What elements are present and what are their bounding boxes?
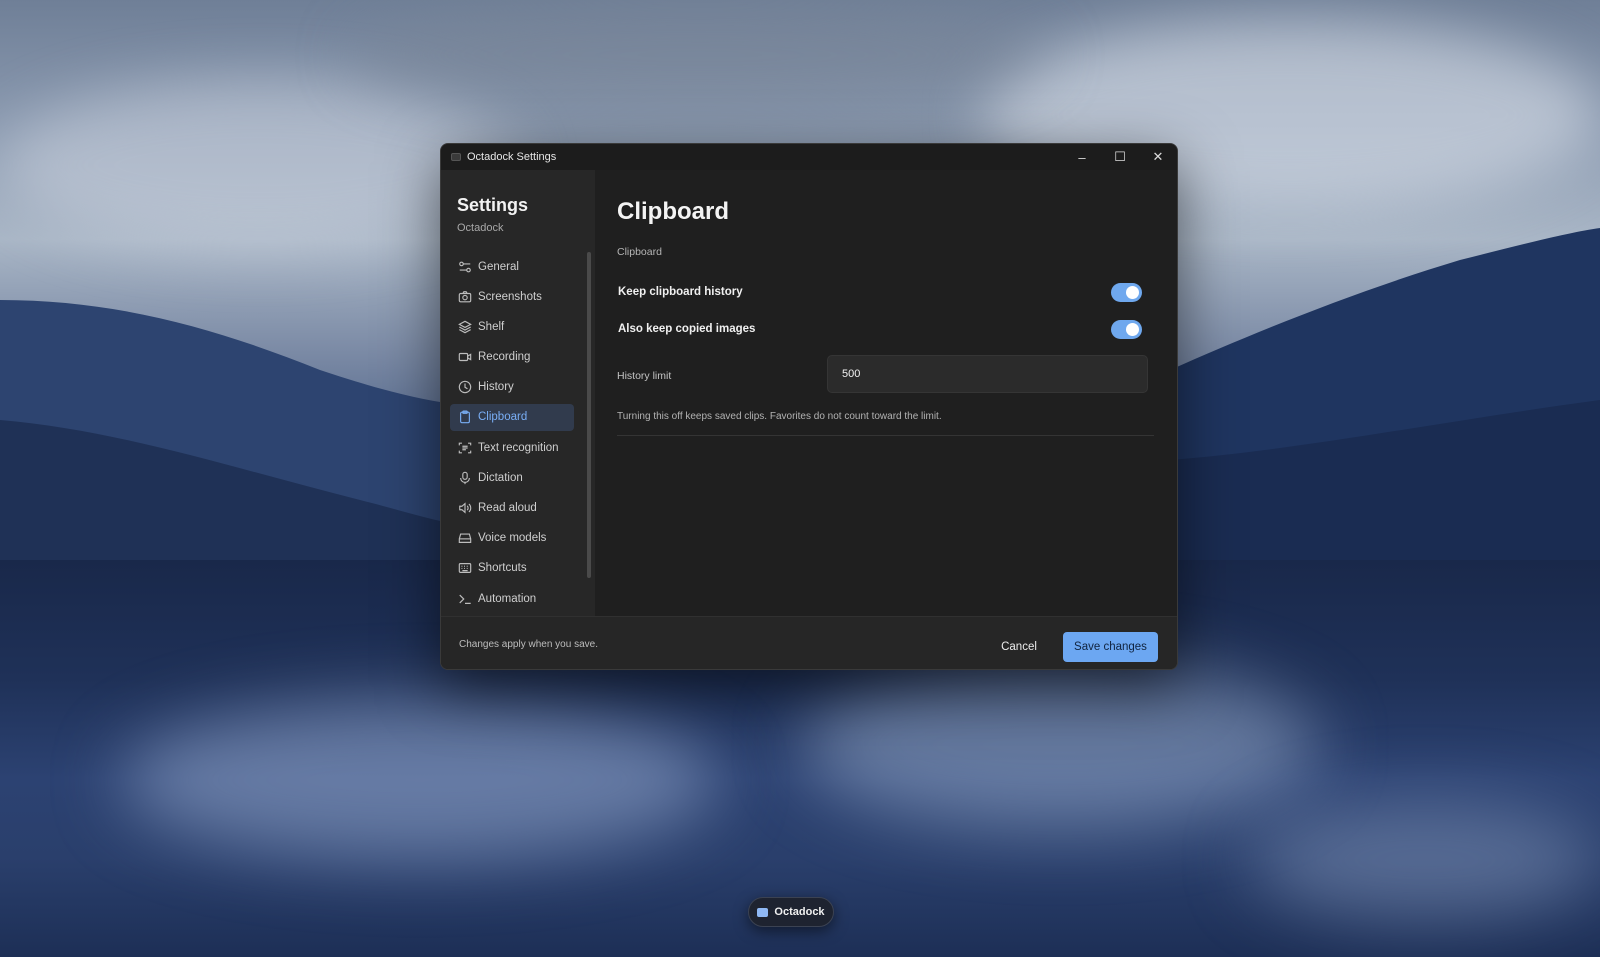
drive-icon (458, 531, 472, 545)
section-label: Clipboard (617, 246, 662, 258)
sidebar-item-shelf[interactable]: Shelf (450, 313, 574, 340)
history-limit-label: History limit (617, 370, 672, 382)
sliders-icon (458, 260, 472, 274)
taskbar-app-label: Octadock (774, 906, 825, 918)
sidebar-item-text-recognition[interactable]: Text recognition (450, 434, 574, 461)
keyboard-icon (458, 561, 472, 575)
sidebar-item-label: Read aloud (478, 502, 537, 514)
scan-text-icon (458, 441, 472, 455)
sidebar-item-automation[interactable]: Automation (450, 585, 574, 612)
keep-images-toggle[interactable] (1111, 320, 1142, 339)
divider (617, 435, 1154, 436)
sidebar-item-label: Shelf (478, 320, 505, 333)
close-button[interactable]: ✕ (1139, 144, 1177, 170)
sidebar-item-shortcuts[interactable]: Shortcuts (450, 555, 574, 582)
page-title: Clipboard (617, 198, 729, 225)
sidebar-item-history[interactable]: History (450, 374, 574, 401)
maximize-button[interactable]: ☐ (1101, 144, 1139, 170)
sidebar-item-label: Screenshots (478, 290, 542, 303)
keep-history-label: Keep clipboard history (618, 286, 743, 298)
clock-icon (458, 380, 472, 394)
sidebar-nav: General Screenshots Shelf Recording Hist… (450, 253, 574, 615)
history-hint: Turning this off keeps saved clips. Favo… (617, 411, 942, 422)
sidebar-item-label: Text recognition (478, 441, 559, 454)
toggle-knob (1126, 286, 1139, 299)
sidebar-item-clipboard[interactable]: Clipboard (450, 403, 574, 431)
close-icon: ✕ (1152, 149, 1164, 164)
wallpaper-reflection (800, 660, 1320, 830)
sidebar-item-label: Voice models (478, 532, 547, 545)
cancel-button[interactable]: Cancel (990, 633, 1048, 661)
sidebar-item-label: History (478, 381, 514, 394)
speaker-icon (458, 501, 472, 515)
sidebar-item-label: Dictation (478, 471, 523, 484)
wallpaper-reflection (1250, 800, 1600, 920)
keep-history-toggle[interactable] (1111, 283, 1142, 302)
taskbar-app-button[interactable]: Octadock (748, 897, 834, 927)
sidebar-scrollbar[interactable] (587, 252, 591, 578)
camera-icon (458, 290, 472, 304)
toggle-knob (1126, 323, 1139, 336)
settings-window: Octadock Settings – ☐ ✕ Settings Octadoc… (440, 143, 1178, 670)
history-limit-input[interactable] (827, 355, 1148, 393)
sidebar-subtitle: Octadock (457, 222, 504, 234)
octadock-icon (757, 907, 769, 917)
sidebar-item-general[interactable]: General (450, 253, 574, 280)
footer-note: Changes apply when you save. (459, 639, 598, 650)
sidebar-title: Settings (457, 195, 529, 215)
sidebar-item-read-aloud[interactable]: Read aloud (450, 495, 574, 522)
app-icon (451, 153, 461, 161)
sidebar-item-label: Shortcuts (478, 562, 527, 575)
sidebar-item-screenshots[interactable]: Screenshots (450, 283, 574, 310)
dialog-footer: Changes apply when you save. Cancel Save… (441, 616, 1177, 669)
main-content: Clipboard Clipboard Keep clipboard histo… (595, 170, 1177, 616)
minimize-icon: – (1078, 149, 1086, 165)
clipboard-icon (458, 410, 472, 424)
sidebar: Settings Octadock General Screenshots Sh… (441, 170, 595, 616)
sidebar-item-dictation[interactable]: Dictation (450, 464, 574, 491)
sidebar-item-voice-models[interactable]: Voice models (450, 525, 574, 552)
maximize-icon: ☐ (1114, 149, 1126, 164)
sidebar-item-label: Recording (478, 351, 531, 364)
video-icon (458, 350, 472, 364)
microphone-icon (458, 471, 472, 485)
sidebar-item-label: General (478, 260, 519, 273)
window-controls: – ☐ ✕ (1063, 144, 1177, 170)
keep-images-label: Also keep copied images (618, 323, 756, 335)
sidebar-item-label: Automation (478, 592, 537, 605)
layers-icon (458, 320, 472, 334)
terminal-icon (458, 592, 472, 606)
minimize-button[interactable]: – (1063, 144, 1101, 170)
title-bar[interactable]: Octadock Settings – ☐ ✕ (441, 144, 1177, 170)
sidebar-item-label: Clipboard (478, 411, 528, 424)
sidebar-item-recording[interactable]: Recording (450, 344, 574, 371)
window-title: Octadock Settings (467, 151, 557, 163)
wallpaper-reflection (120, 700, 720, 860)
save-button[interactable]: Save changes (1063, 632, 1158, 662)
